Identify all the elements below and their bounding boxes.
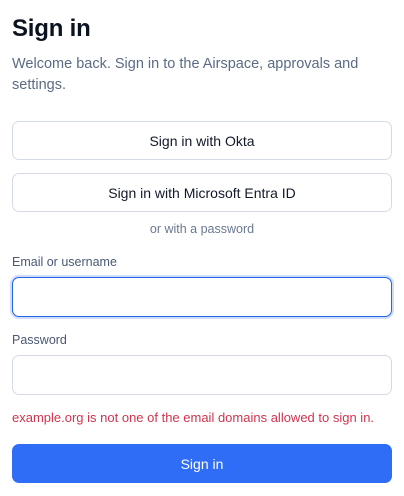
sign-in-panel: Sign in Welcome back. Sign in to the Air…: [0, 0, 404, 496]
email-label: Email or username: [12, 255, 117, 269]
error-message: example.org is not one of the email doma…: [12, 410, 375, 425]
sign-in-okta-button[interactable]: Sign in with Okta: [12, 121, 392, 160]
page-subtitle: Welcome back. Sign in to the Airspace, a…: [12, 56, 359, 93]
password-label: Password: [12, 333, 67, 347]
sign-in-entra-button[interactable]: Sign in with Microsoft Entra ID: [12, 173, 392, 212]
sign-in-button[interactable]: Sign in: [12, 444, 392, 483]
email-field[interactable]: [12, 277, 392, 317]
password-field[interactable]: [12, 355, 392, 395]
password-divider: or with a password: [149, 222, 255, 236]
page-title: Sign in: [12, 15, 91, 42]
